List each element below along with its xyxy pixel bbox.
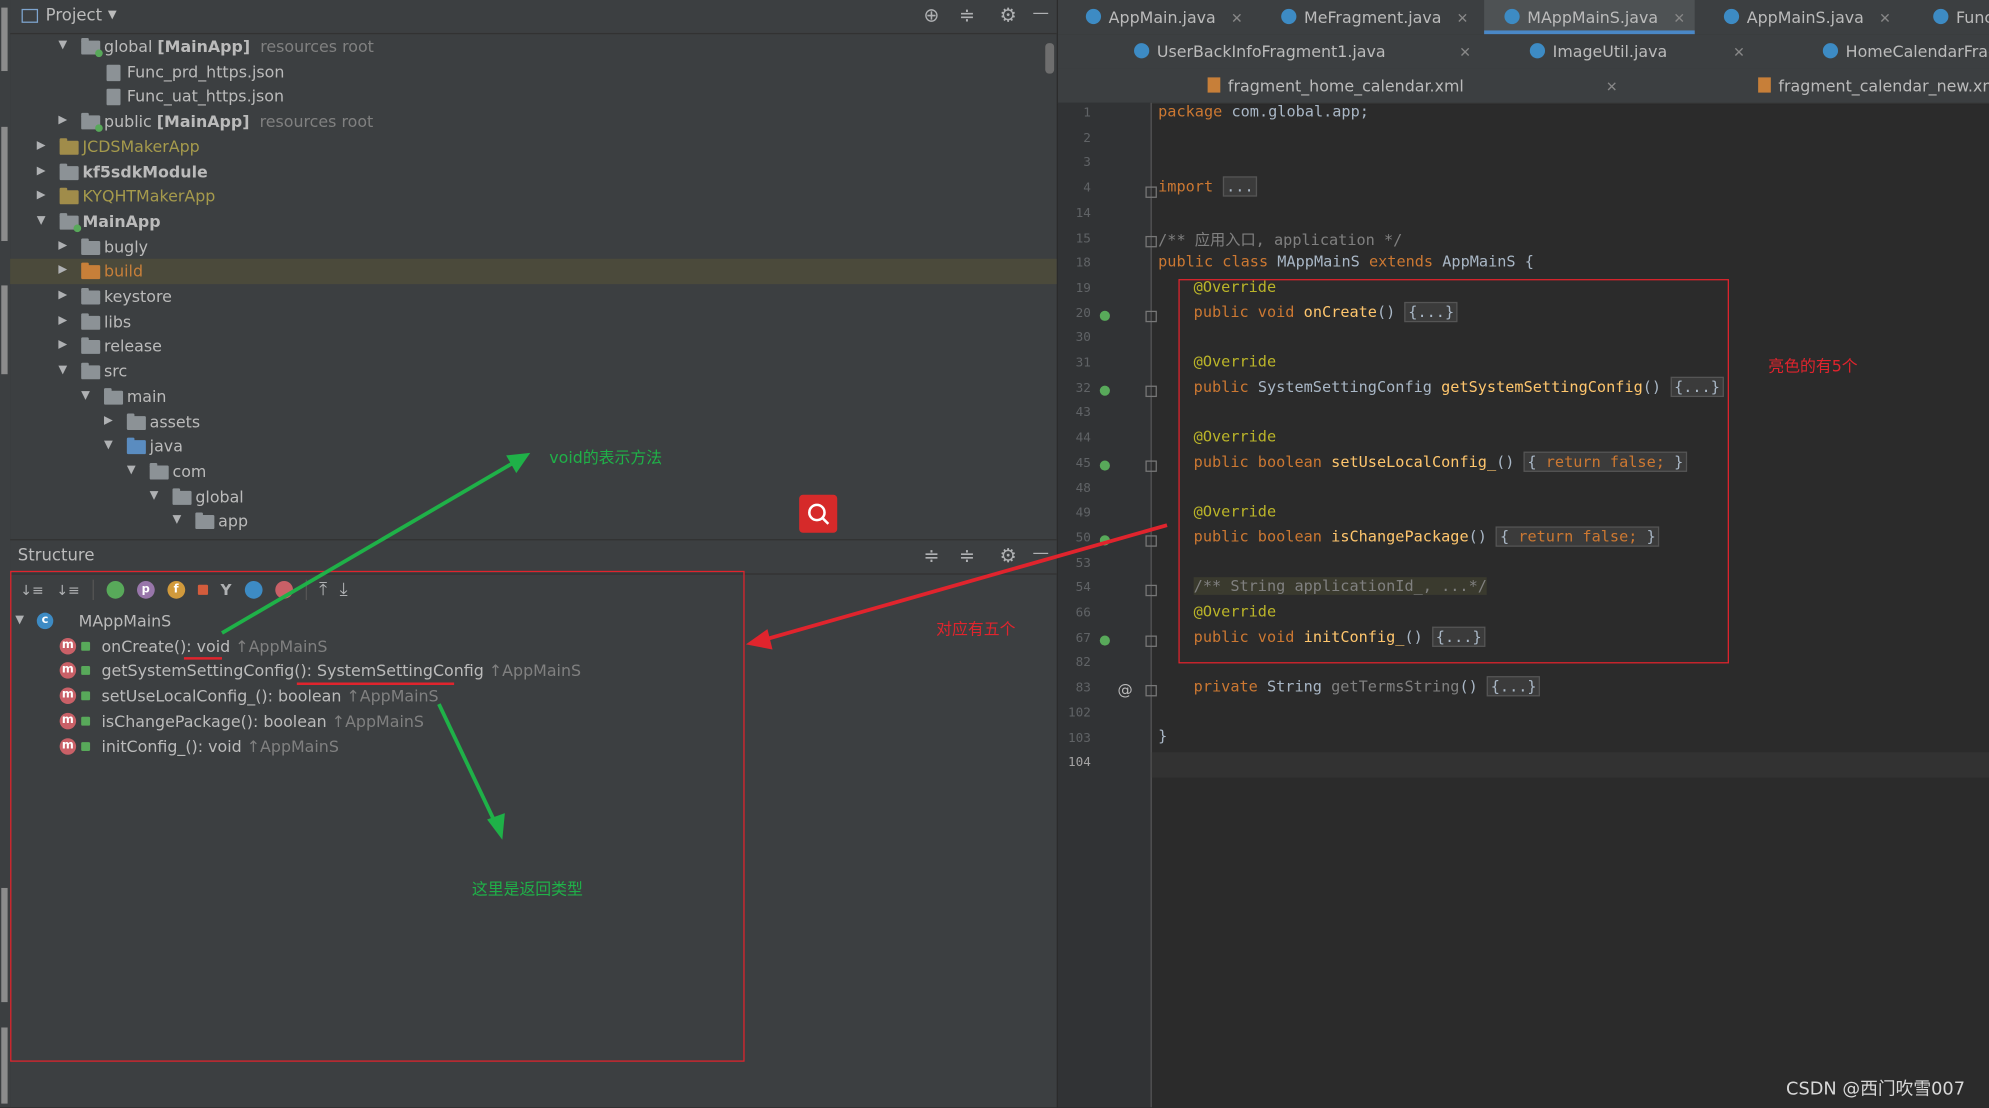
five-correspond-note: 对应有五个	[936, 619, 1016, 639]
void-note: void的表示方法	[549, 447, 663, 467]
void-note-arrow	[221, 455, 525, 635]
annotation-arrows	[183, 452, 1168, 840]
correspondence-arrowhead	[745, 629, 773, 650]
bright-five-note: 亮色的有5个	[1768, 356, 1858, 376]
watermark: CSDN @西门吹雪007	[1786, 1079, 1966, 1100]
return-type-arrow	[437, 703, 499, 828]
return-type-arrowhead	[487, 813, 505, 840]
ide-window: Project ▼ ⊕ ≑ ⚙ — ▼ global [MainApp] res…	[0, 0, 1989, 1108]
return-type-note: 这里是返回类型	[471, 879, 583, 899]
